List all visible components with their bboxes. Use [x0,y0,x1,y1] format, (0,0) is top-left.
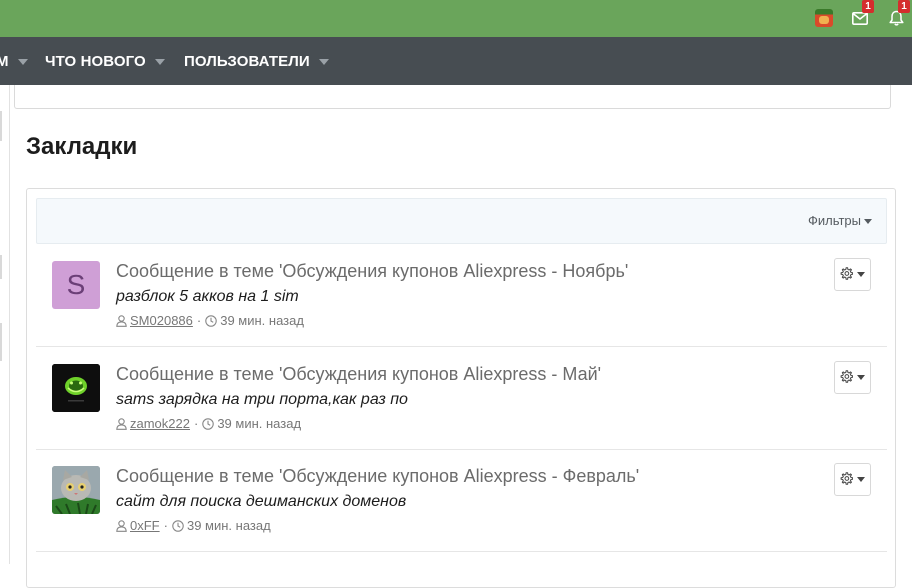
bookmark-title-link[interactable]: Сообщение в теме 'Обсуждение купонов Ali… [116,466,639,487]
cat-photo-icon [52,466,100,514]
bookmark-snippet: сайт для поиска дешманских доменов [116,493,407,510]
troll-face-icon [52,364,100,412]
filters-label: Фильтры [807,213,861,228]
chevron-down-icon [857,375,865,380]
bookmark-meta: 0xFF · 39 мин. назад [116,518,271,533]
sidebar-edge-nub [0,323,2,361]
list-item: Сообщение в теме 'Обсуждение купонов Ali… [36,450,887,552]
nav-item-members[interactable]: ПОЛЬЗОВАТЕЛИ [184,37,329,85]
avatar-letter: S [66,269,86,300]
bookmarks-list: Фильтры S Сообщение в теме 'Обсуждения к… [26,188,896,588]
meta-separator: · [193,416,199,431]
sidebar-edge-nub [0,111,2,141]
previous-block-edge [14,85,891,109]
page-title: Закладки [26,133,138,160]
clock-icon [205,314,217,327]
author-link[interactable]: zamok222 [130,416,190,431]
gear-icon [840,470,854,489]
chevron-down-icon [864,218,872,224]
chevron-down-icon[interactable] [154,59,165,65]
nav-item-whats-new[interactable]: ЧТО НОВОГО [45,37,165,85]
filter-bar: Фильтры [36,198,887,244]
clock-icon [172,519,184,532]
avatar[interactable] [52,364,100,412]
list-item: S Сообщение в теме 'Обсуждения купонов A… [36,245,887,347]
gear-icon [840,368,854,387]
bookmark-actions-button[interactable] [834,361,871,394]
timestamp[interactable]: 39 мин. назад [217,416,301,431]
avatar[interactable]: S [52,261,100,309]
bookmark-actions-button[interactable] [834,463,871,496]
chevron-down-icon [857,477,865,482]
meta-separator: · [163,518,168,533]
top-bar: 1 1 [0,0,912,37]
mail-icon[interactable]: 1 [850,0,874,28]
timestamp[interactable]: 39 мин. назад [220,313,304,328]
gear-icon [840,265,854,284]
clock-icon [202,417,215,430]
timestamp[interactable]: 39 мин. назад [187,518,271,533]
bookmark-title-link[interactable]: Сообщение в теме 'Обсуждения купонов Ali… [116,261,628,282]
main-navigation: М ЧТО НОВОГО ПОЛЬЗОВАТЕЛИ [0,37,912,85]
user-icon [116,314,127,327]
user-icon [116,417,127,430]
meta-separator: · [196,313,202,328]
chevron-down-icon [857,272,865,277]
nav-item-label: М [0,52,9,70]
bookmark-meta: zamok222 · 39 мин. назад [116,416,301,431]
chevron-down-icon[interactable] [318,59,329,65]
author-link[interactable]: 0xFF [130,518,160,533]
sidebar-edge-nub [0,255,2,279]
alerts-badge: 1 [898,0,910,13]
bookmark-meta: SM020886 · 39 мин. назад [116,313,304,328]
author-link[interactable]: SM020886 [130,313,193,328]
bookmark-snippet: sams зарядка на три порта,как раз по [116,391,408,408]
bell-icon[interactable]: 1 [886,0,910,28]
mail-badge: 1 [862,0,874,13]
user-avatar-icon[interactable] [814,8,834,28]
nav-item-label: ПОЛЬЗОВАТЕЛИ [184,52,310,70]
filters-dropdown[interactable]: Фильтры [808,213,872,228]
nav-item-forums[interactable]: М [0,37,28,85]
bookmark-title-link[interactable]: Сообщение в теме 'Обсуждения купонов Ali… [116,364,601,385]
bookmark-actions-button[interactable] [834,258,871,291]
nav-item-label: ЧТО НОВОГО [45,52,146,70]
avatar[interactable] [52,466,100,514]
sidebar-edge [0,85,10,564]
chevron-down-icon[interactable] [17,59,28,65]
user-icon [116,519,127,532]
user-avatar-image [815,9,833,27]
list-item: Сообщение в теме 'Обсуждения купонов Ali… [36,348,887,450]
bookmark-snippet: разблок 5 акков на 1 sim [116,288,299,305]
